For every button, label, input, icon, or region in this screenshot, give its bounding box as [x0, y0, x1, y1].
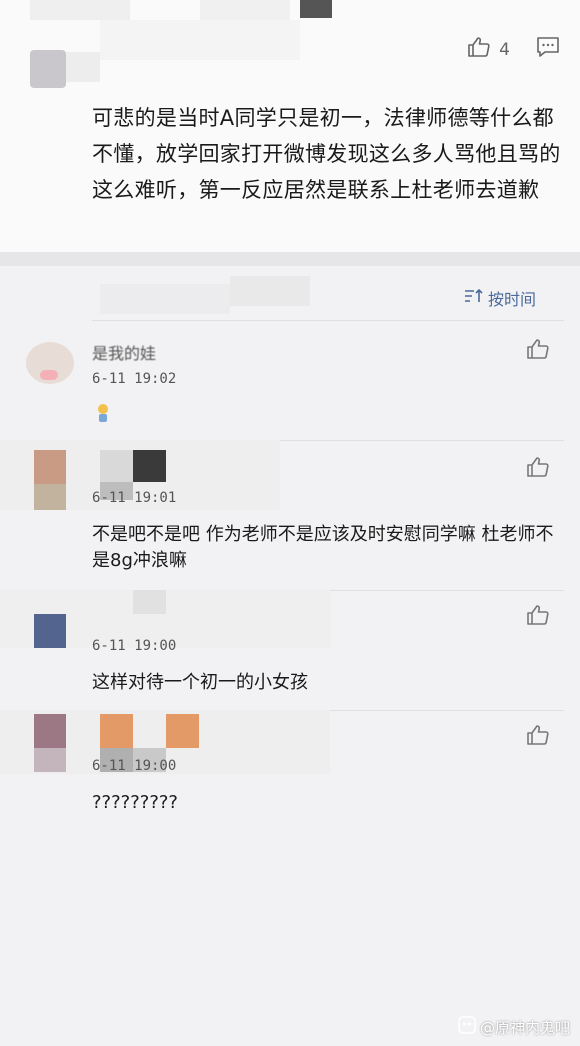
thumbs-up-icon[interactable]	[526, 338, 550, 364]
sort-by-time-button[interactable]: 按时间	[464, 286, 536, 310]
reply-item: 是我的娃 6-11 19:02	[0, 320, 580, 440]
reply-time: 6-11 19:00	[92, 758, 177, 774]
emoji-icon	[96, 402, 110, 424]
reply-text: ?????????	[92, 792, 178, 813]
reply-item: 6-11 19:00 ?????????	[0, 710, 580, 830]
mosaic-reply-4	[0, 710, 580, 774]
reply-text: 这样对待一个初一的小女孩	[92, 672, 308, 693]
top-like-count: 4	[499, 39, 510, 60]
reply-item: 6-11 19:01 不是吧不是吧 作为老师不是应该及时安慰同学嘛 杜老师不是8…	[0, 440, 580, 590]
watermark-text: @原神内鬼吧	[479, 1018, 570, 1037]
watermark: @原神内鬼吧	[458, 1016, 570, 1038]
thumbs-up-icon[interactable]	[526, 456, 550, 482]
reply-item: 6-11 19:00 这样对待一个初一的小女孩	[0, 590, 580, 710]
reply-time: 6-11 19:01	[92, 490, 177, 506]
comment-icon[interactable]	[536, 36, 560, 63]
sort-icon	[464, 288, 484, 308]
mosaic-reply-2	[0, 440, 580, 510]
sort-label: 按时间	[487, 290, 536, 309]
tieba-logo-icon	[458, 1016, 476, 1038]
reply-time: 6-11 19:02	[92, 371, 177, 387]
reply-time: 6-11 19:00	[92, 638, 177, 654]
reply-username[interactable]: 是我的娃	[92, 340, 156, 364]
mosaic-reply-3	[0, 590, 580, 650]
top-comment-text: 可悲的是当时A同学只是初一，法律师德等什么都不懂，放学回家打开微博发现这么多人骂…	[92, 106, 561, 202]
reply-text: 不是吧不是吧 作为老师不是应该及时安慰同学嘛 杜老师不是8g冲浪嘛	[92, 524, 554, 571]
section-divider	[0, 252, 580, 266]
thumbs-up-icon[interactable]	[526, 604, 550, 630]
mosaic-replies-header	[0, 266, 400, 316]
top-comment-card: 4 可悲的是当时A同学只是初一，法律师德等什么都不懂，放学回家打开微博发现这么多…	[0, 0, 580, 252]
thumbs-up-icon[interactable]	[467, 36, 491, 63]
top-like-row: 4	[467, 36, 560, 63]
thumbs-up-icon[interactable]	[526, 724, 550, 750]
